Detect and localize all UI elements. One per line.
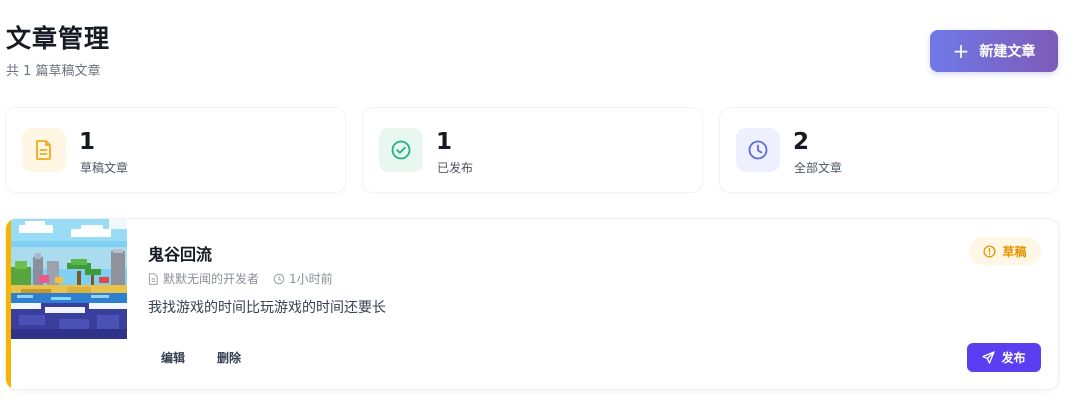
- stat-label: 全部文章: [794, 161, 843, 175]
- stat-value: 1: [79, 129, 96, 155]
- new-article-label: 新建文章: [979, 44, 1036, 60]
- stat-card-all: 2 全部文章: [720, 108, 1058, 192]
- article-time: 1小时前: [289, 272, 333, 286]
- stat-label: 草稿文章: [80, 161, 129, 175]
- new-article-button[interactable]: + 新建文章: [930, 30, 1058, 72]
- status-badge: 草稿: [969, 237, 1041, 265]
- clock-icon: [273, 273, 285, 285]
- document-icon: [22, 128, 66, 172]
- check-circle-icon: [379, 128, 423, 172]
- clock-icon: [736, 128, 780, 172]
- send-icon: [982, 351, 996, 364]
- page-title: 文章管理: [6, 24, 111, 53]
- stat-card-drafts: 1 草稿文章: [6, 108, 345, 192]
- article-card[interactable]: 鬼谷回流 默默无闻的开发者 1小时前 我找游戏的时间比玩游戏的时间还要长 编辑: [6, 219, 1058, 389]
- article-meta: 默默无闻的开发者 1小时前: [148, 270, 333, 287]
- stat-value: 2: [793, 129, 810, 155]
- publish-label: 发布: [1001, 351, 1026, 365]
- status-label: 草稿: [1002, 244, 1027, 259]
- alert-circle-icon: [983, 244, 997, 258]
- plus-icon: +: [952, 39, 970, 63]
- stat-card-published: 1 已发布: [363, 108, 702, 192]
- stat-label: 已发布: [437, 161, 474, 175]
- article-excerpt: 我找游戏的时间比玩游戏的时间还要长: [148, 300, 386, 316]
- publish-button[interactable]: 发布: [967, 343, 1041, 372]
- article-title[interactable]: 鬼谷回流: [148, 241, 212, 265]
- article-thumbnail: [11, 219, 127, 339]
- delete-button[interactable]: 删除: [217, 349, 241, 366]
- stat-value: 1: [436, 129, 453, 155]
- document-icon: [148, 272, 159, 285]
- edit-button[interactable]: 编辑: [161, 349, 185, 366]
- page-header: 文章管理 共 1 篇草稿文章: [6, 22, 110, 79]
- article-author: 默默无闻的开发者: [163, 272, 260, 286]
- article-management-page: 文章管理 共 1 篇草稿文章 + 新建文章 1 草稿文章 1 已发布 2 全部文…: [0, 0, 1080, 410]
- page-subtitle: 共 1 篇草稿文章: [6, 64, 101, 79]
